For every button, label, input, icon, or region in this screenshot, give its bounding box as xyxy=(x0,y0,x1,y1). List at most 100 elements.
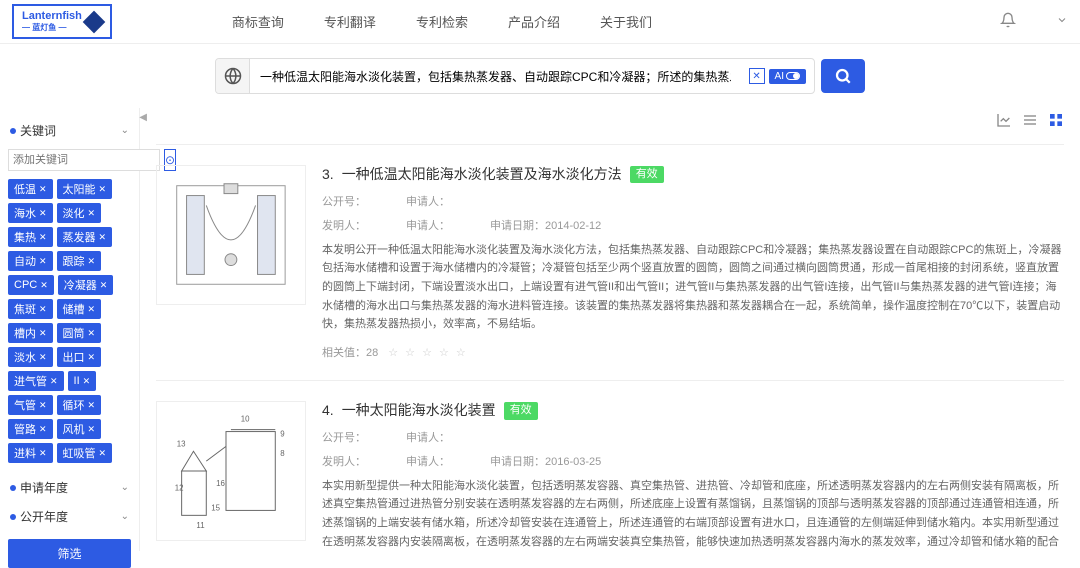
chip-close-icon[interactable]: ✕ xyxy=(99,448,107,459)
keyword-chip[interactable]: 淡水✕ xyxy=(8,347,53,367)
bell-icon[interactable] xyxy=(1000,12,1016,31)
nav-patent-search[interactable]: 专利检索 xyxy=(416,12,468,31)
chip-close-icon[interactable]: ✕ xyxy=(88,304,96,315)
chip-close-icon[interactable]: ✕ xyxy=(40,280,48,291)
ai-toggle[interactable]: AI xyxy=(769,69,806,84)
keyword-chip[interactable]: 进料✕ xyxy=(8,443,53,463)
clear-icon[interactable]: ✕ xyxy=(749,68,765,84)
chip-close-icon[interactable]: ✕ xyxy=(39,232,47,243)
applicant: 申请人： xyxy=(406,429,450,445)
chip-close-icon[interactable]: ✕ xyxy=(99,232,107,243)
view-grid-icon[interactable] xyxy=(1048,112,1064,131)
keyword-chip[interactable]: 出口✕ xyxy=(57,347,102,367)
globe-icon[interactable] xyxy=(216,59,250,93)
chip-label: 淡化 xyxy=(63,205,85,221)
result-title-link[interactable]: 一种太阳能海水淡化装置 xyxy=(342,401,496,421)
result-item: 3. 一种低温太阳能海水淡化装置及海水淡化方法 有效公开号：申请人：发明人：申请… xyxy=(156,144,1064,380)
logo[interactable]: Lanternfish — 蓝灯鱼 — xyxy=(12,4,112,39)
result-thumbnail[interactable] xyxy=(156,165,306,305)
keyword-chip[interactable]: 集热✕ xyxy=(8,227,53,247)
pub-year-head[interactable]: 公开年度 ⌄ xyxy=(8,502,131,531)
keyword-chip[interactable]: 储槽✕ xyxy=(57,299,102,319)
chip-close-icon[interactable]: ✕ xyxy=(39,352,47,363)
chip-close-icon[interactable]: ✕ xyxy=(39,208,47,219)
chip-close-icon[interactable]: ✕ xyxy=(99,184,107,195)
chip-close-icon[interactable]: ✕ xyxy=(39,184,47,195)
keyword-chip[interactable]: CPC✕ xyxy=(8,275,54,295)
keyword-chip[interactable]: 管路✕ xyxy=(8,419,53,439)
chip-close-icon[interactable]: ✕ xyxy=(39,448,47,459)
chip-close-icon[interactable]: ✕ xyxy=(39,424,47,435)
svg-text:15: 15 xyxy=(211,503,220,512)
top-bar: Lanternfish — 蓝灯鱼 — 商标查询 专利翻译 专利检索 产品介绍 … xyxy=(0,0,1080,44)
keyword-section-head[interactable]: 关键词 ⌄ xyxy=(8,116,131,145)
view-list-icon[interactable] xyxy=(1022,112,1038,131)
logo-subtitle: — 蓝灯鱼 — xyxy=(22,22,82,33)
nav-translate[interactable]: 专利翻译 xyxy=(324,12,376,31)
chevron-down-icon: ⌄ xyxy=(121,511,129,522)
chip-close-icon[interactable]: ✕ xyxy=(39,400,47,411)
chip-label: 淡水 xyxy=(14,349,36,365)
chip-label: 圆筒 xyxy=(63,325,85,341)
chip-close-icon[interactable]: ✕ xyxy=(88,208,96,219)
result-item: 131581011161294. 一种太阳能海水淡化装置 有效公开号：申请人：发… xyxy=(156,380,1064,551)
result-title-link[interactable]: 一种低温太阳能海水淡化装置及海水淡化方法 xyxy=(342,165,622,185)
keyword-chip[interactable]: 气管✕ xyxy=(8,395,53,415)
star-rating[interactable]: ☆ ☆ ☆ ☆ ☆ xyxy=(388,346,468,359)
keyword-chip[interactable]: 淡化✕ xyxy=(57,203,102,223)
chip-close-icon[interactable]: ✕ xyxy=(88,352,96,363)
pub-year-label: 公开年度 xyxy=(20,508,68,525)
chip-close-icon[interactable]: ✕ xyxy=(50,376,58,387)
keyword-chip[interactable]: 进气管✕ xyxy=(8,371,64,391)
search-suffix: ✕ AI xyxy=(741,68,814,84)
apply-date: 申请日期：2014-02-12 xyxy=(490,217,601,233)
chip-close-icon[interactable]: ✕ xyxy=(88,328,96,339)
user-menu-caret-icon[interactable] xyxy=(1056,14,1068,29)
search-button[interactable] xyxy=(821,59,865,93)
keyword-chip[interactable]: 冷凝器✕ xyxy=(58,275,114,295)
chip-label: 虹吸管 xyxy=(63,445,96,461)
chip-close-icon[interactable]: ✕ xyxy=(100,280,108,291)
chip-label: 集热 xyxy=(14,229,36,245)
status-badge: 有效 xyxy=(504,402,538,419)
keyword-chip[interactable]: 海水✕ xyxy=(8,203,53,223)
logo-diamond-icon xyxy=(83,10,106,33)
keyword-chip[interactable]: 低温✕ xyxy=(8,179,53,199)
keyword-chip[interactable]: 焦斑✕ xyxy=(8,299,53,319)
keyword-chip[interactable]: 循环✕ xyxy=(57,395,102,415)
chip-close-icon[interactable]: ✕ xyxy=(88,256,96,267)
result-index: 4. xyxy=(322,401,334,421)
chip-close-icon[interactable]: ✕ xyxy=(39,256,47,267)
chip-close-icon[interactable]: ✕ xyxy=(83,376,91,387)
keyword-chip[interactable]: 自动✕ xyxy=(8,251,53,271)
keyword-chip[interactable]: 蒸发器✕ xyxy=(57,227,113,247)
keyword-chip[interactable]: 虹吸管✕ xyxy=(57,443,113,463)
view-toggle xyxy=(996,112,1064,131)
chip-close-icon[interactable]: ✕ xyxy=(88,400,96,411)
nav-trademark[interactable]: 商标查询 xyxy=(232,12,284,31)
chip-close-icon[interactable]: ✕ xyxy=(88,424,96,435)
nav-products[interactable]: 产品介绍 xyxy=(508,12,560,31)
filter-button[interactable]: 筛选 xyxy=(8,539,131,568)
chip-label: II xyxy=(74,375,80,387)
result-thumbnail[interactable]: 13158101116129 xyxy=(156,401,306,541)
search-input[interactable] xyxy=(250,59,741,93)
nav-about[interactable]: 关于我们 xyxy=(600,12,652,31)
chip-close-icon[interactable]: ✕ xyxy=(39,304,47,315)
view-chart-icon[interactable] xyxy=(996,112,1012,131)
svg-text:16: 16 xyxy=(216,479,225,488)
chip-label: 海水 xyxy=(14,205,36,221)
keyword-chip[interactable]: 跟踪✕ xyxy=(57,251,102,271)
keyword-chip[interactable]: 槽内✕ xyxy=(8,323,53,343)
keyword-chip[interactable]: II✕ xyxy=(68,371,97,391)
results-content: 3. 一种低温太阳能海水淡化装置及海水淡化方法 有效公开号：申请人：发明人：申请… xyxy=(140,108,1080,551)
chevron-down-icon: ⌄ xyxy=(121,125,129,136)
chip-close-icon[interactable]: ✕ xyxy=(39,328,47,339)
apply-year-head[interactable]: 申请年度 ⌄ xyxy=(8,473,131,502)
apply-date: 申请日期：2016-03-25 xyxy=(490,453,601,469)
keyword-chip[interactable]: 风机✕ xyxy=(57,419,102,439)
add-keyword-input[interactable] xyxy=(8,149,160,171)
keyword-chip[interactable]: 太阳能✕ xyxy=(57,179,113,199)
keyword-label: 关键词 xyxy=(20,122,56,139)
keyword-chip[interactable]: 圆筒✕ xyxy=(57,323,102,343)
